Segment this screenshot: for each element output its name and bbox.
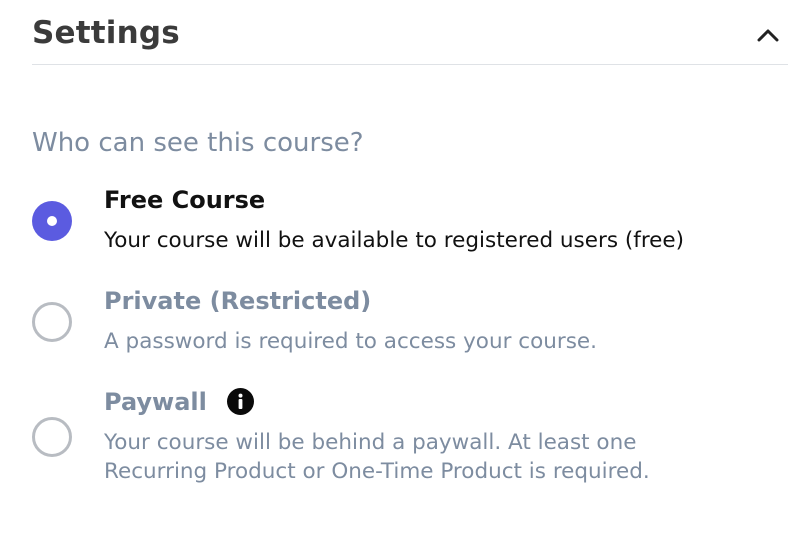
settings-panel: Settings Who can see this course? Free C… [0,0,810,542]
option-private[interactable]: Private (Restricted) A password is requi… [32,287,792,357]
radio-free-course[interactable] [32,201,72,241]
option-paywall-title: Paywall [104,387,255,416]
option-private-description: A password is required to access your co… [104,329,597,354]
radio-private[interactable] [32,302,72,342]
chevron-up-icon [757,29,779,42]
option-private-title: Private (Restricted) [104,287,372,315]
collapse-settings-button[interactable] [754,22,782,50]
option-free-course-title: Free Course [104,186,266,214]
settings-header: Settings [32,0,788,65]
option-free-course[interactable]: Free Course Your course will be availabl… [32,186,792,256]
option-paywall-description-line1: Your course will be behind a paywall. At… [104,430,637,455]
visibility-question: Who can see this course? [32,128,364,158]
option-paywall-title-text: Paywall [104,388,207,416]
option-paywall-description-line2: Recurring Product or One-Time Product is… [104,459,650,484]
settings-title: Settings [32,15,180,51]
option-free-course-description: Your course will be available to registe… [104,228,685,253]
info-icon[interactable] [227,387,255,415]
radio-paywall[interactable] [32,417,72,457]
option-paywall[interactable]: Paywall Your course will be behind a pay… [32,387,792,488]
